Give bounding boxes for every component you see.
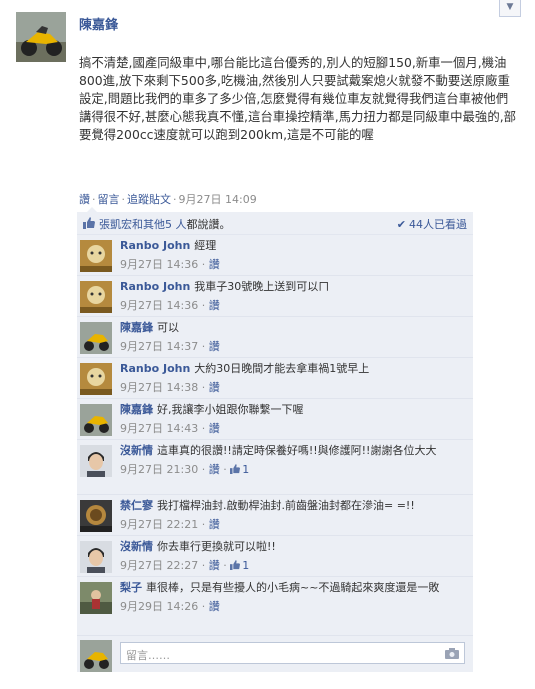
commenter-avatar[interactable] xyxy=(80,240,112,272)
seen-by[interactable]: ✔ 44人已看過 xyxy=(397,216,467,232)
likes-summary: 張凱宏和其他5 人都說讚。 ✔ 44人已看過 xyxy=(77,207,473,235)
commenter-name[interactable]: Ranbo John xyxy=(120,362,190,375)
comment-like-link[interactable]: 讚 xyxy=(209,381,220,394)
comment-likes-count: 1 xyxy=(242,559,250,572)
comment-like-link[interactable]: 讚 xyxy=(209,559,220,572)
commenter-avatar[interactable] xyxy=(80,541,112,573)
comment-item: 沒新情 你去車行更換就可以啦!! 9月27日 22:27 · 讚 · 1 xyxy=(77,536,473,577)
comment-item: 沒新情 這車真的很讚!!請定時保養好嗎!!與修護阿!!謝謝各位大大 9月27日 2… xyxy=(77,440,473,495)
likers-link[interactable]: 張凱宏和其他 xyxy=(99,218,165,231)
comment-item: 陳嘉鋒 好,我讓李小姐跟你聯繫一下喔 9月27日 14:43 · 讚 xyxy=(77,399,473,440)
commenter-avatar[interactable] xyxy=(80,582,112,614)
comment-like-link[interactable]: 讚 xyxy=(209,422,220,435)
commenter-avatar[interactable] xyxy=(80,500,112,532)
comment-item: 陳嘉鋒 可以 9月27日 14:37 · 讚 xyxy=(77,317,473,358)
thumbs-up-icon xyxy=(83,217,95,229)
comment-time[interactable]: 9月27日 21:30 xyxy=(120,463,198,476)
comment-text: 可以 xyxy=(157,321,179,334)
post-author-name[interactable]: 陳嘉鋒 xyxy=(79,14,118,33)
comment-like-link[interactable]: 讚 xyxy=(209,299,220,312)
post-actions: 讚 · 留言 · 追蹤貼文 · 9月27日 14:09 xyxy=(79,193,257,206)
comment-likes[interactable]: 1 xyxy=(230,463,249,476)
comment-time[interactable]: 9月27日 22:21 xyxy=(120,518,198,531)
seen-count: 44人已看過 xyxy=(409,218,467,231)
comment-text: 我打檔桿油封.啟動桿油封.前齒盤油封都在滲油= =!! xyxy=(157,499,415,512)
comment-time[interactable]: 9月27日 14:36 xyxy=(120,258,198,271)
comment-item: Ranbo John 大約30日晚間才能去拿車禍1號早上 9月27日 14:38 … xyxy=(77,358,473,399)
post-time[interactable]: 9月27日 14:09 xyxy=(179,193,257,206)
comment-like-link[interactable]: 讚 xyxy=(209,340,220,353)
comment-text: 車很棒，只是有些擾人的小毛病~~不過騎起來爽度還是一敗 xyxy=(146,581,440,594)
comment-item: Ranbo John 我車子30號晚上送到可以ㄇ 9月27日 14:36 · 讚 xyxy=(77,276,473,317)
likes-count-link[interactable]: 5 人 xyxy=(165,218,187,231)
comment-item: 禁仁寥 我打檔桿油封.啟動桿油封.前齒盤油封都在滲油= =!! 9月27日 22:… xyxy=(77,495,473,536)
comment-likes[interactable]: 1 xyxy=(230,559,249,572)
comment-like-link[interactable]: 讚 xyxy=(209,258,220,271)
comment-input[interactable]: 留言…… xyxy=(120,642,465,664)
commenter-name[interactable]: 沒新情 xyxy=(120,444,153,457)
comment-link[interactable]: 留言 xyxy=(98,193,120,206)
comment-text: 好,我讓李小姐跟你聯繫一下喔 xyxy=(157,403,304,416)
reply-box: 留言…… xyxy=(77,636,473,672)
commenter-avatar[interactable] xyxy=(80,322,112,354)
comment-text: 這車真的很讚!!請定時保養好嗎!!與修護阿!!謝謝各位大大 xyxy=(157,444,437,457)
comment-time[interactable]: 9月27日 22:27 xyxy=(120,559,198,572)
check-icon: ✔ xyxy=(396,218,406,231)
comment-time[interactable]: 9月27日 14:38 xyxy=(120,381,198,394)
commenter-name[interactable]: 梨子 xyxy=(120,581,142,594)
comment-item: 梨子 車很棒，只是有些擾人的小毛病~~不過騎起來爽度還是一敗 9月29日 14:2… xyxy=(77,577,473,636)
comment-text: 大約30日晚間才能去拿車禍1號早上 xyxy=(194,362,370,375)
comment-item: Ranbo John 經理 9月27日 14:36 · 讚 xyxy=(77,235,473,276)
comment-text: 經理 xyxy=(194,239,217,252)
comment-text: 你去車行更換就可以啦!! xyxy=(157,540,276,553)
thumbs-up-icon xyxy=(230,464,241,474)
post-options-chevron[interactable]: ▼ xyxy=(499,0,521,17)
commenter-avatar[interactable] xyxy=(80,281,112,313)
commenter-name[interactable]: Ranbo John xyxy=(120,280,190,293)
comment-text: 我車子30號晚上送到可以ㄇ xyxy=(194,280,330,293)
commenter-name[interactable]: 禁仁寥 xyxy=(120,499,153,512)
comment-time[interactable]: 9月27日 14:36 xyxy=(120,299,198,312)
post-text: 搞不清楚,國產同級車中,哪台能比這台優秀的,別人的短腳150,新車一個月,機油8… xyxy=(79,55,517,142)
comment-like-link[interactable]: 讚 xyxy=(209,600,220,613)
comment-time[interactable]: 9月27日 14:37 xyxy=(120,340,198,353)
post-author-avatar[interactable] xyxy=(16,12,66,62)
comment-like-link[interactable]: 讚 xyxy=(209,463,220,476)
commenter-avatar[interactable] xyxy=(80,363,112,395)
commenter-avatar[interactable] xyxy=(80,404,112,436)
comment-likes-count: 1 xyxy=(242,463,250,476)
commenter-name[interactable]: 陳嘉鋒 xyxy=(120,321,153,334)
likes-suffix: 都說讚。 xyxy=(186,218,231,231)
camera-icon[interactable] xyxy=(445,648,459,659)
follow-link[interactable]: 追蹤貼文 xyxy=(127,193,171,206)
commenter-avatar[interactable] xyxy=(80,445,112,477)
current-user-avatar xyxy=(80,640,112,672)
comment-time[interactable]: 9月27日 14:43 xyxy=(120,422,198,435)
commenter-name[interactable]: 沒新情 xyxy=(120,540,153,553)
comment-time[interactable]: 9月29日 14:26 xyxy=(120,600,198,613)
comment-like-link[interactable]: 讚 xyxy=(209,518,220,531)
thumbs-up-icon xyxy=(230,560,241,570)
commenter-name[interactable]: 陳嘉鋒 xyxy=(120,403,153,416)
commenter-name[interactable]: Ranbo John xyxy=(120,239,190,252)
like-link[interactable]: 讚 xyxy=(79,193,90,206)
